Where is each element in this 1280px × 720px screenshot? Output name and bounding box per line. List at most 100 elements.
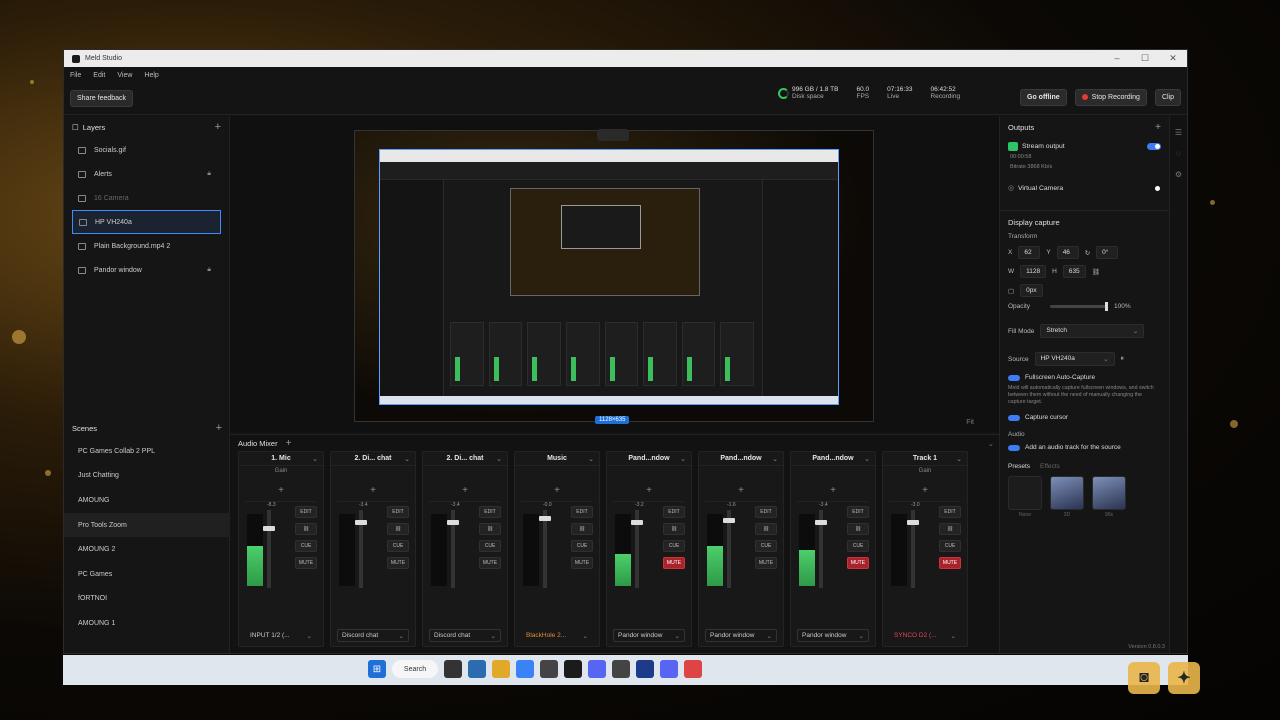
channel-source-select[interactable]: INPUT 1/2 (... ⌄ (245, 629, 317, 642)
volume-fader[interactable] (355, 510, 367, 588)
mute-button[interactable]: MUTE (479, 557, 501, 569)
fullscreen-toggle[interactable] (1008, 374, 1020, 381)
edit-button[interactable]: EDIT (295, 506, 317, 518)
fill-mode-select[interactable]: Stretch ⌄ (1040, 324, 1145, 338)
scene-item[interactable]: PC Games (64, 562, 230, 587)
taskbar-search[interactable]: Search (392, 660, 438, 678)
link-button[interactable]: ⛓ (387, 523, 409, 535)
volume-fader[interactable] (907, 510, 919, 588)
app-icon[interactable] (540, 660, 558, 678)
add-effect-icon[interactable]: + (705, 480, 777, 502)
menu-edit[interactable]: Edit (93, 72, 105, 79)
add-audio-toggle[interactable] (1008, 444, 1020, 451)
channel-source-select[interactable]: Discord chat ⌄ (429, 629, 501, 642)
virtual-camera-toggle[interactable] (1147, 185, 1161, 192)
h-field[interactable]: 635 (1062, 265, 1086, 278)
scene-item[interactable]: AMOUNG 2 (64, 537, 230, 562)
channel-name[interactable]: 1. Mic ⌄ (239, 452, 323, 466)
add-effect-icon[interactable]: + (245, 480, 317, 502)
volume-fader[interactable] (539, 510, 551, 588)
layer-item[interactable]: Socials.gif (72, 138, 221, 162)
scene-item[interactable]: Pro Tools Zoom (64, 512, 230, 538)
add-effect-icon[interactable]: + (429, 480, 501, 502)
preset-90s[interactable] (1092, 476, 1126, 510)
cue-button[interactable]: CUE (479, 540, 501, 552)
lock-icon[interactable]: 🔒︎ (207, 266, 211, 274)
mute-button[interactable]: MUTE (387, 557, 409, 569)
preset-none[interactable] (1008, 476, 1042, 510)
scene-item[interactable]: PC Games Collab 2 PPL (64, 439, 230, 464)
add-scene-icon[interactable]: + (216, 422, 222, 434)
stream-toggle[interactable] (1147, 142, 1161, 150)
source-select[interactable]: HP VH240a ⌄ (1034, 352, 1115, 366)
layer-item[interactable]: Alerts 🔒︎ (72, 162, 221, 186)
stream-output-row[interactable]: Stream output (1008, 138, 1161, 154)
layer-item[interactable]: Pandor window 🔒︎ (72, 258, 221, 282)
edit-button[interactable]: EDIT (387, 506, 409, 518)
opacity-slider[interactable] (1050, 302, 1109, 311)
channel-name[interactable]: Track 1 ⌄ (883, 452, 967, 466)
edit-button[interactable]: EDIT (479, 506, 501, 518)
edit-button[interactable]: EDIT (755, 506, 777, 518)
cue-button[interactable]: CUE (755, 540, 777, 552)
fader-knob[interactable] (539, 516, 551, 521)
channel-source-select[interactable]: Pandor window ⌄ (705, 629, 777, 642)
go-offline-button[interactable]: Go offline (1020, 89, 1067, 106)
channel-name[interactable]: 2. Di... chat ⌄ (423, 452, 507, 466)
channel-name[interactable]: Pand...ndow ⌄ (699, 452, 783, 466)
fader-knob[interactable] (907, 520, 919, 525)
canvas-tools[interactable] (597, 129, 629, 141)
link-button[interactable]: ⛓ (571, 523, 593, 535)
add-effect-icon[interactable]: + (613, 480, 685, 502)
virtual-camera-row[interactable]: ◎ Virtual Camera (1008, 180, 1161, 196)
cue-button[interactable]: CUE (387, 540, 409, 552)
add-effect-icon[interactable]: + (521, 480, 593, 502)
chevron-down-icon[interactable]: ⌄ (988, 439, 994, 448)
add-effect-icon[interactable]: + (797, 480, 869, 502)
fader-knob[interactable] (263, 526, 275, 531)
fader-knob[interactable] (447, 520, 459, 525)
app-icon[interactable] (612, 660, 630, 678)
chat-icon[interactable]: ◌ (1170, 149, 1187, 158)
pause-icon[interactable]: ⏸ (1121, 355, 1124, 363)
settings-icon[interactable]: ⚙ (1170, 170, 1187, 179)
preset-3d[interactable] (1050, 476, 1084, 510)
menu-help[interactable]: Help (144, 72, 158, 79)
mute-button[interactable]: MUTE (571, 557, 593, 569)
edit-button[interactable]: EDIT (939, 506, 961, 518)
start-icon[interactable]: ⊞ (368, 660, 386, 678)
scene-item[interactable]: AMOUNG 1 (64, 611, 230, 636)
cue-button[interactable]: CUE (295, 540, 317, 552)
mute-button[interactable]: MUTE (755, 557, 777, 569)
capture-cursor-row[interactable]: Capture cursor (1008, 414, 1161, 421)
channel-source-select[interactable]: Pandor window ⌄ (797, 629, 869, 642)
rotation-field[interactable]: 0° (1096, 246, 1119, 259)
layer-item[interactable]: HP VH240a (72, 210, 221, 234)
channel-name[interactable]: Pand...ndow ⌄ (607, 452, 691, 466)
link-button[interactable]: ⛓ (295, 523, 317, 535)
edit-button[interactable]: EDIT (571, 506, 593, 518)
crop-field[interactable]: 0px (1020, 284, 1043, 297)
task-view-icon[interactable] (444, 660, 462, 678)
channel-name[interactable]: 2. Di... chat ⌄ (331, 452, 415, 466)
maximize-icon[interactable]: ☐ (1131, 53, 1159, 64)
fit-dropdown[interactable]: Fit (966, 419, 974, 426)
mute-button[interactable]: MUTE (663, 557, 685, 569)
cue-button[interactable]: CUE (663, 540, 685, 552)
channel-name[interactable]: Pand...ndow ⌄ (791, 452, 875, 466)
outputs-icon[interactable]: ☰ (1170, 128, 1187, 137)
fader-knob[interactable] (723, 518, 735, 523)
meld-icon[interactable] (564, 660, 582, 678)
volume-fader[interactable] (447, 510, 459, 588)
lock-icon[interactable]: 🔒︎ (207, 170, 211, 178)
fader-knob[interactable] (355, 520, 367, 525)
x-field[interactable]: 62 (1018, 246, 1041, 259)
fader-knob[interactable] (631, 520, 643, 525)
add-effect-icon[interactable]: + (337, 480, 409, 502)
channel-source-select[interactable]: Pandor window ⌄ (613, 629, 685, 642)
channel-source-select[interactable]: BlackHole 2... ⌄ (521, 629, 593, 642)
link-button[interactable]: ⛓ (479, 523, 501, 535)
cue-button[interactable]: CUE (847, 540, 869, 552)
mute-button[interactable]: MUTE (939, 557, 961, 569)
link-button[interactable]: ⛓ (847, 523, 869, 535)
